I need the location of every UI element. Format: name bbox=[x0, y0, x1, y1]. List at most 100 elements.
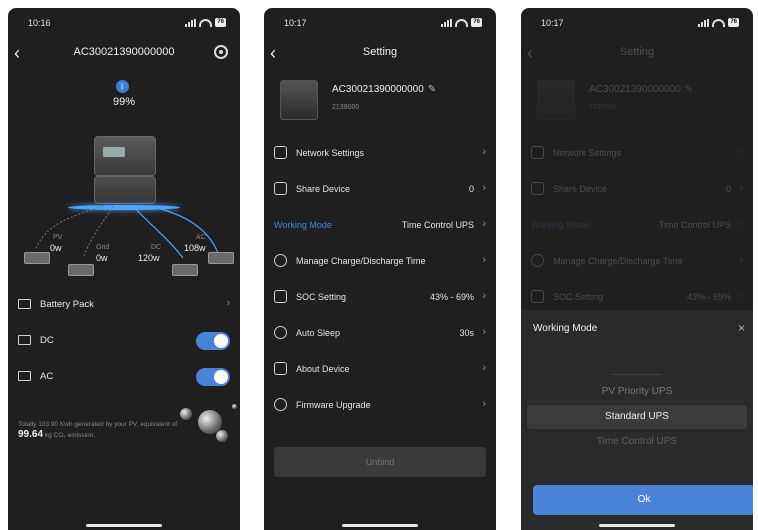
battery-pack-image bbox=[94, 176, 156, 204]
pv-value: 0w bbox=[50, 243, 62, 253]
picker-option-selected[interactable]: Standard UPS bbox=[527, 405, 747, 429]
pv-label: PV bbox=[53, 234, 63, 241]
status-time: 10:16 bbox=[28, 18, 51, 28]
chevron-right-icon: › bbox=[482, 254, 486, 266]
dc-row: DC bbox=[18, 332, 230, 350]
row-label: About Device bbox=[296, 364, 350, 374]
home-indicator bbox=[599, 524, 675, 527]
device-title: AC30021390000000 bbox=[73, 46, 175, 58]
signal-icon bbox=[441, 18, 453, 27]
ok-button[interactable]: Ok bbox=[533, 485, 753, 515]
device-name-text: AC30021390000000 bbox=[332, 84, 424, 95]
chevron-right-icon: › bbox=[482, 362, 486, 374]
soc-setting-row: SOC Setting 43% - 69% › bbox=[531, 288, 743, 308]
device-subtitle: 2139000 bbox=[589, 104, 617, 111]
edit-icon[interactable]: ✎ bbox=[428, 84, 436, 95]
picker-option[interactable]: PV Priority UPS bbox=[527, 380, 747, 404]
row-label: Firmware Upgrade bbox=[296, 400, 371, 410]
network-settings-row[interactable]: Network Settings › bbox=[274, 144, 486, 164]
home-indicator bbox=[86, 524, 162, 527]
row-value: 30s bbox=[459, 328, 474, 338]
co2-info-suffix: kg CO₂ emission. bbox=[44, 432, 96, 439]
pv-port-icon bbox=[24, 252, 50, 264]
ac-row: AC bbox=[18, 368, 230, 386]
battery-icon bbox=[274, 290, 287, 303]
charge-time-row[interactable]: Manage Charge/Discharge Time › bbox=[274, 252, 486, 272]
sheet-title: Working Mode bbox=[533, 323, 598, 334]
row-label: Auto Sleep bbox=[296, 328, 341, 338]
ac-output-icon bbox=[18, 371, 31, 381]
co2-info: Totally 103.90 Kwh generated by your PV,… bbox=[18, 420, 186, 441]
row-label: Working Mode bbox=[531, 220, 589, 230]
dc-toggle[interactable] bbox=[196, 332, 230, 350]
ac-port-icon bbox=[208, 252, 234, 264]
clock-icon bbox=[531, 254, 544, 267]
ac-output-label: AC bbox=[40, 371, 54, 382]
dc-label: DC bbox=[151, 244, 162, 251]
dc-output-icon bbox=[18, 335, 31, 345]
ac-value: 108w bbox=[184, 243, 206, 253]
auto-sleep-row[interactable]: Auto Sleep 30s › bbox=[274, 324, 486, 344]
chevron-right-icon: › bbox=[739, 182, 743, 194]
row-label: Network Settings bbox=[296, 148, 365, 158]
status-bar: 10:17 76 bbox=[284, 18, 482, 32]
share-device-row[interactable]: Share Device 0 › bbox=[274, 180, 486, 200]
row-value: 0 bbox=[725, 184, 731, 194]
chevron-right-icon: › bbox=[482, 218, 486, 230]
home-indicator bbox=[342, 524, 418, 527]
dc-output-label: DC bbox=[40, 335, 54, 346]
working-mode-sheet: Working Mode × ––––––––––––––– PV Priori… bbox=[521, 310, 753, 530]
row-label: SOC Setting bbox=[553, 292, 604, 302]
chevron-right-icon: › bbox=[739, 146, 743, 158]
row-label: Share Device bbox=[296, 184, 351, 194]
device-thumbnail bbox=[280, 80, 318, 120]
battery-icon bbox=[531, 290, 544, 303]
wifi-icon bbox=[455, 18, 469, 27]
working-mode-row[interactable]: Working Mode Time Control UPS › bbox=[274, 216, 486, 236]
row-label: Network Settings bbox=[553, 148, 622, 158]
bluetooth-icon: ᛒ bbox=[116, 80, 129, 93]
battery-percent: 99% bbox=[112, 96, 136, 108]
row-label: Share Device bbox=[553, 184, 608, 194]
battery-pack-label: Battery Pack bbox=[40, 299, 94, 310]
device-name: AC30021390000000 ✎ bbox=[332, 84, 436, 95]
ac-label: AC bbox=[196, 234, 206, 241]
info-icon bbox=[274, 362, 287, 375]
settings-title: Setting bbox=[619, 46, 655, 58]
chevron-right-icon: › bbox=[226, 297, 230, 309]
row-label: SOC Setting bbox=[296, 292, 347, 302]
battery-pack-row[interactable]: Battery Pack › bbox=[18, 296, 230, 314]
row-label: Manage Charge/Discharge Time bbox=[553, 256, 683, 266]
row-label: Manage Charge/Discharge Time bbox=[296, 256, 426, 266]
chevron-right-icon: › bbox=[739, 254, 743, 266]
signal-icon bbox=[185, 18, 197, 27]
co2-value: 99.64 bbox=[18, 429, 44, 440]
grid-label: Grid bbox=[96, 244, 110, 251]
row-value: Time Control UPS bbox=[401, 220, 474, 230]
device-thumbnail bbox=[537, 80, 575, 120]
chevron-right-icon: › bbox=[739, 218, 743, 230]
co2-info-prefix: Totally 103.90 Kwh generated by your PV,… bbox=[18, 421, 178, 428]
close-icon[interactable]: × bbox=[738, 321, 745, 335]
bubble-graphic bbox=[232, 404, 237, 409]
row-value: 43% - 69% bbox=[686, 292, 731, 302]
battery-status: 76 bbox=[215, 18, 226, 27]
settings-gear-icon[interactable] bbox=[214, 45, 228, 59]
unbind-button[interactable]: Unbind bbox=[274, 447, 486, 477]
device-name-text: AC30021390000000 bbox=[589, 84, 681, 95]
firmware-upgrade-row[interactable]: Firmware Upgrade › bbox=[274, 396, 486, 416]
battery-status: 76 bbox=[471, 18, 482, 27]
picker-option-hidden: ––––––––––––––– bbox=[611, 372, 663, 378]
ac-toggle[interactable] bbox=[196, 368, 230, 386]
status-bar: 10:16 76 bbox=[28, 18, 226, 32]
network-icon bbox=[531, 146, 544, 159]
soc-setting-row[interactable]: SOC Setting 43% - 69% › bbox=[274, 288, 486, 308]
chevron-right-icon: › bbox=[482, 398, 486, 410]
picker-option[interactable]: Time Control UPS bbox=[527, 430, 747, 454]
chevron-right-icon: › bbox=[482, 182, 486, 194]
device-screen: 10:16 76 ‹ AC30021390000000 ᛒ 99% PV 0w … bbox=[8, 8, 240, 530]
device-subtitle: 2139000 bbox=[332, 104, 360, 111]
battery-pack-icon bbox=[18, 299, 31, 309]
device-name: AC30021390000000 ✎ bbox=[589, 84, 693, 95]
about-device-row[interactable]: About Device › bbox=[274, 360, 486, 380]
